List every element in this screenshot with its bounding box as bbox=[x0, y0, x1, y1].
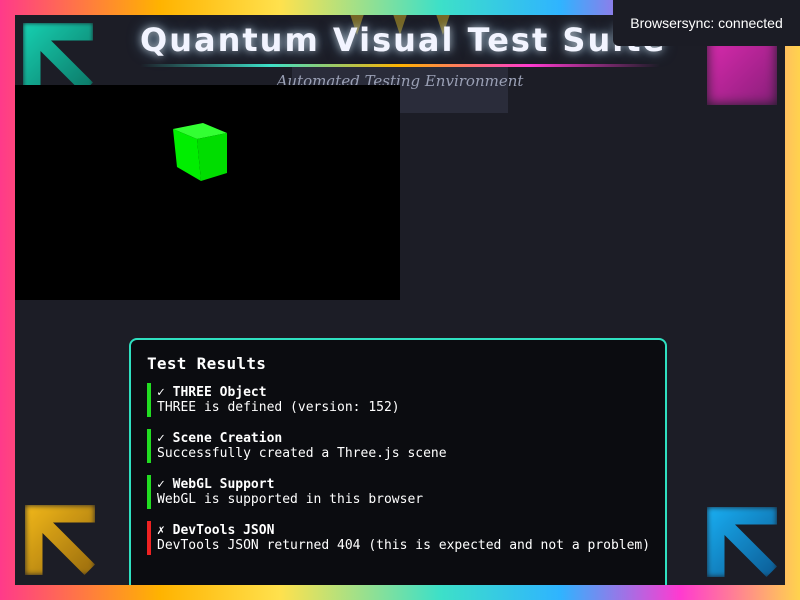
test-name: ✓ WebGL Support bbox=[157, 477, 275, 492]
test-message: Successfully created a Three.js scene bbox=[157, 446, 447, 461]
corner-arrow-icon-blue bbox=[707, 507, 777, 577]
test-result-item: ✓ WebGL Support WebGL is supported in th… bbox=[147, 475, 649, 509]
test-result-item: ✗ DevTools JSON DevTools JSON returned 4… bbox=[147, 521, 651, 555]
app-frame: Quantum Visual Test Suite Automated Test… bbox=[15, 15, 785, 585]
corner-arrow-icon-gold bbox=[25, 505, 95, 575]
test-results-heading: Test Results bbox=[147, 354, 267, 373]
test-result-item: ✓ THREE Object THREE is defined (version… bbox=[147, 383, 649, 417]
page-title: Quantum Visual Test Suite bbox=[140, 21, 667, 59]
test-name: ✓ THREE Object bbox=[157, 385, 267, 400]
test-name: ✗ DevTools JSON bbox=[157, 523, 275, 538]
corner-arrow-icon-teal bbox=[23, 23, 93, 93]
test-result-item: ✓ Scene Creation Successfully created a … bbox=[147, 429, 649, 463]
green-cube bbox=[173, 123, 227, 181]
browsersync-notification: Browsersync: connected bbox=[613, 0, 800, 46]
title-underline bbox=[140, 64, 660, 67]
test-message: DevTools JSON returned 404 (this is expe… bbox=[157, 538, 651, 553]
webgl-canvas[interactable] bbox=[15, 85, 400, 300]
test-name: ✓ Scene Creation bbox=[157, 431, 283, 446]
test-message: THREE is defined (version: 152) bbox=[157, 400, 400, 415]
test-results-panel: Test Results ✓ THREE Object THREE is def… bbox=[129, 338, 667, 585]
test-message: WebGL is supported in this browser bbox=[157, 492, 424, 507]
